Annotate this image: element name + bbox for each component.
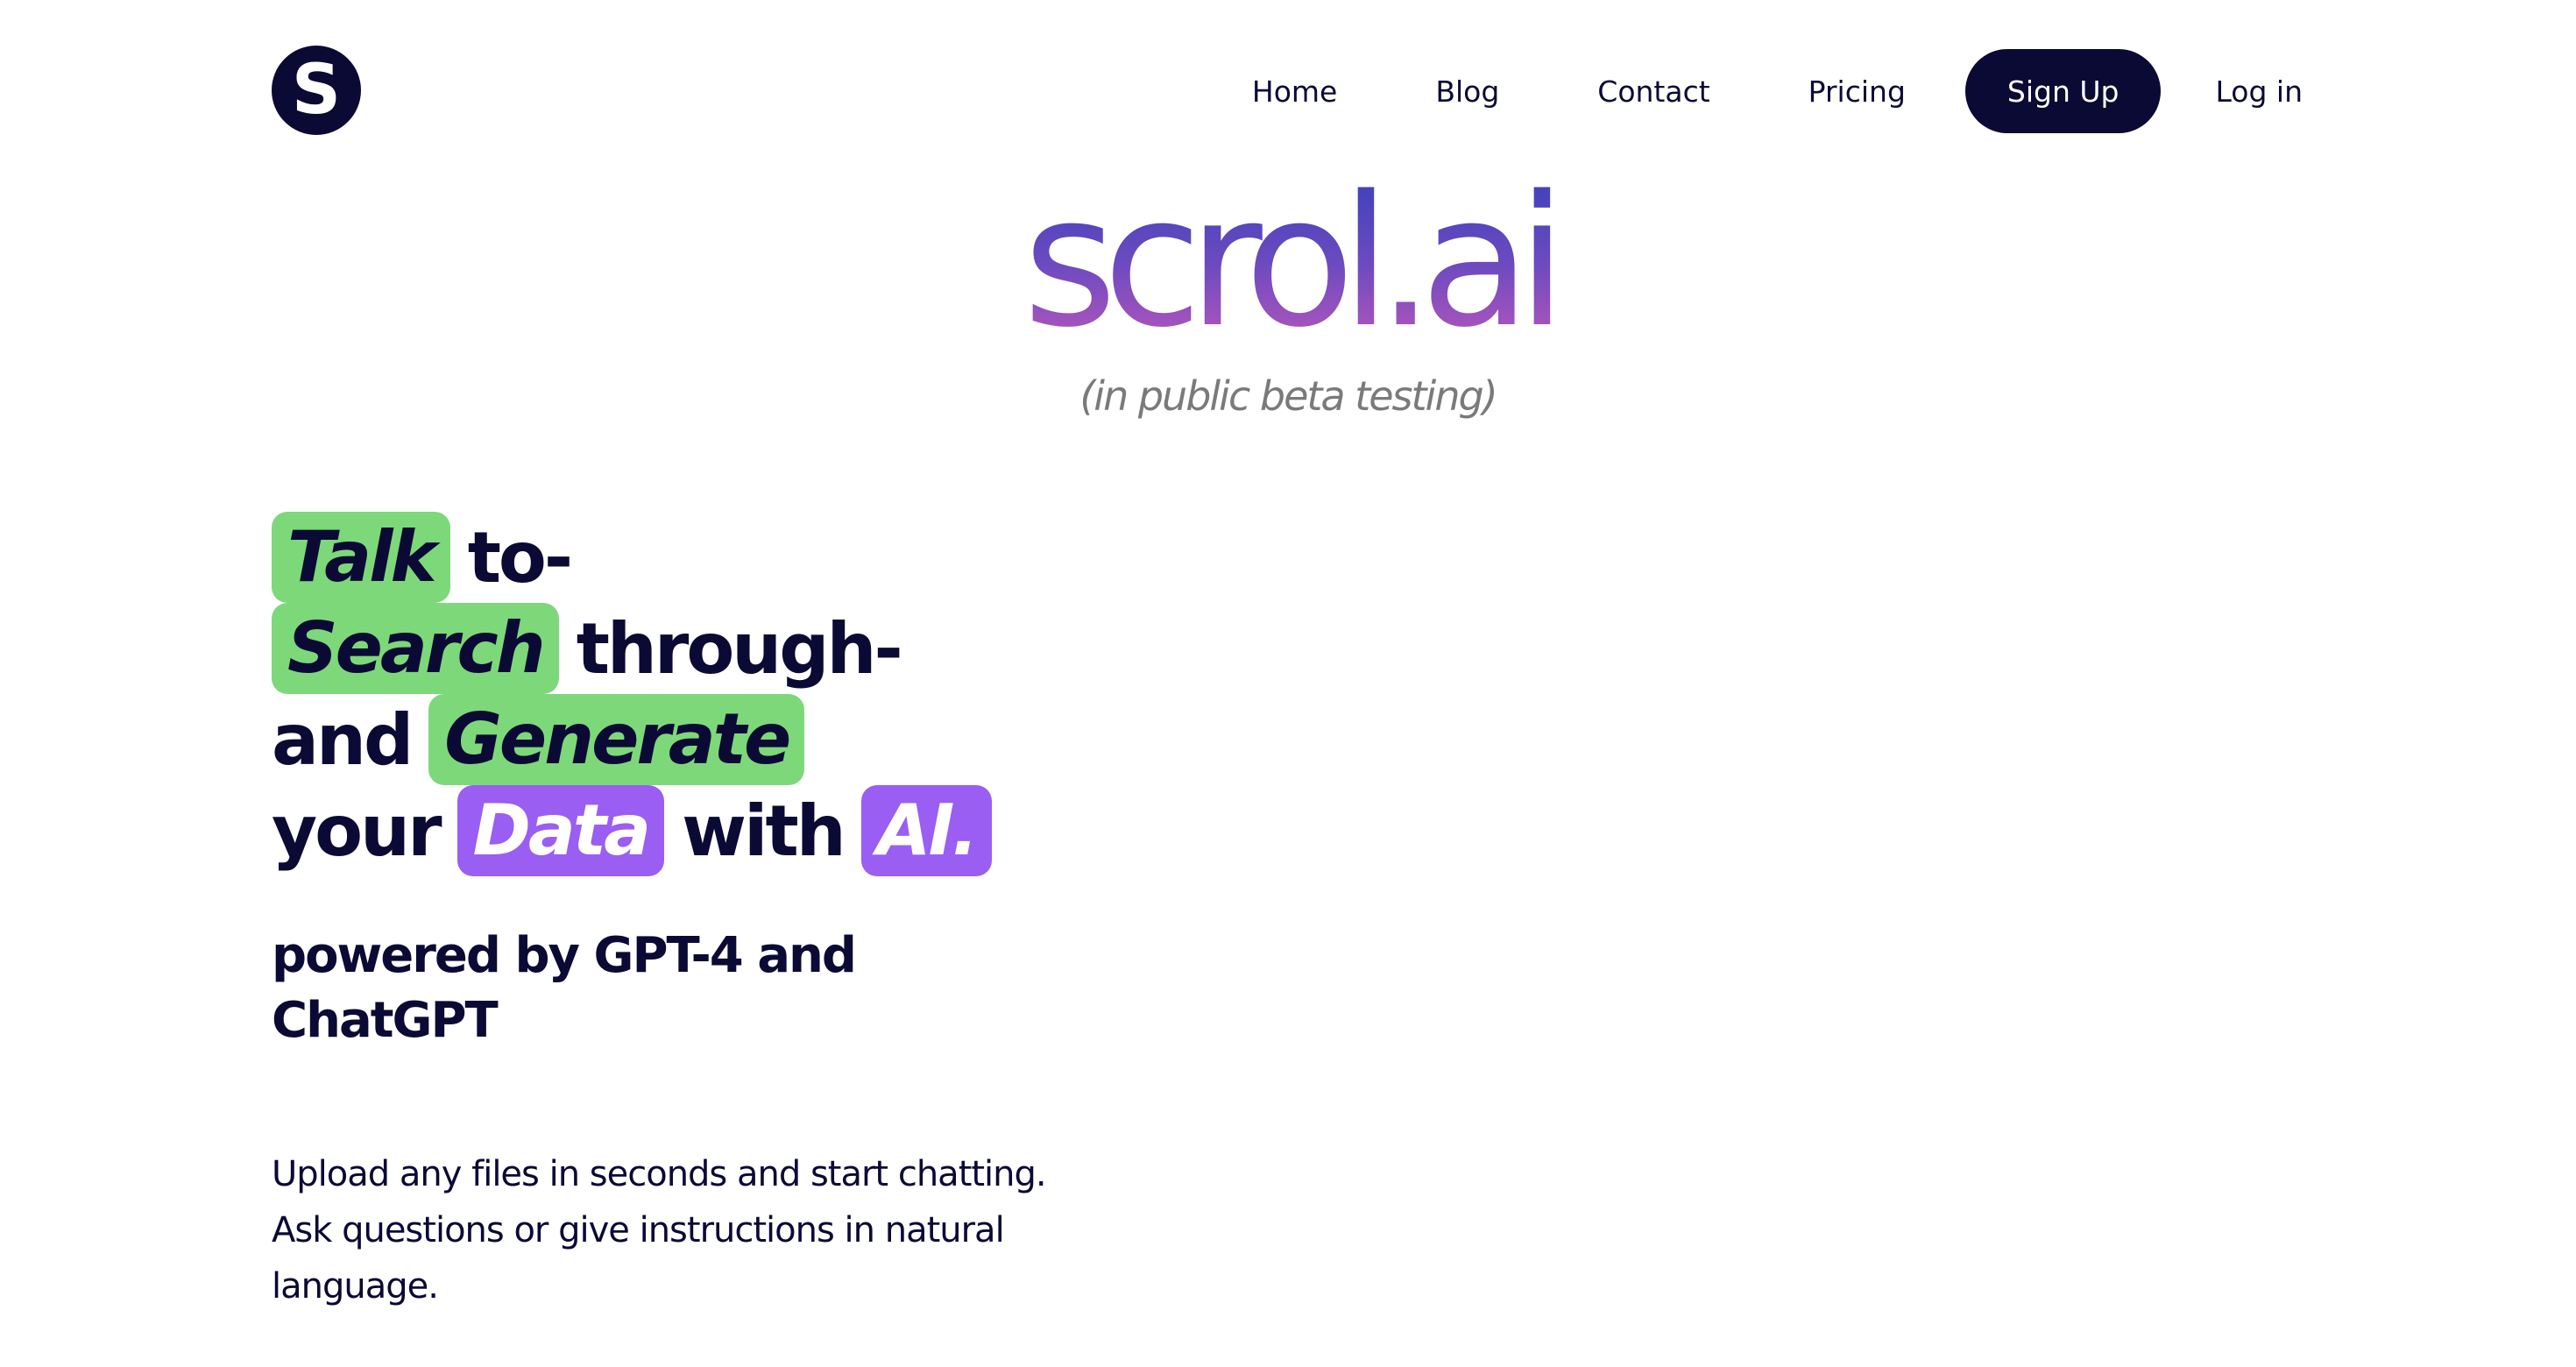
headline-line-3: and Generate (272, 694, 992, 785)
hero-description: Upload any files in seconds and start ch… (272, 1154, 1047, 1307)
headline-line-4: your Data with AI. (272, 785, 992, 876)
highlight-ai: AI. (860, 785, 992, 876)
hero-subhead: powered by GPT-4 and ChatGPT (272, 927, 857, 1049)
brand-wordmark-text: scrol.ai (1023, 157, 1568, 367)
highlight-talk: Talk (272, 512, 450, 603)
headline-text: to- (467, 516, 573, 599)
nav-home-link[interactable]: Home (1252, 74, 1337, 109)
headline-text: and (272, 698, 414, 781)
hero-headline: Talk to- Search through- and Generate yo… (272, 512, 992, 876)
landing-page: S Home Blog Contact Pricing Sign Up Log … (0, 0, 2576, 1367)
headline-line-2: Search through- (272, 603, 992, 694)
nav-blog-link[interactable]: Blog (1435, 74, 1499, 109)
highlight-search: Search (272, 603, 559, 694)
site-logo-link[interactable]: S (272, 46, 361, 135)
top-navigation: Home Blog Contact Pricing Sign Up Log in (1252, 49, 2303, 133)
logo-letter: S (291, 51, 342, 130)
brand-wordmark: scrol.ai (0, 172, 2576, 352)
headline-line-1: Talk to- (272, 512, 992, 603)
nav-contact-link[interactable]: Contact (1597, 74, 1709, 109)
highlight-generate: Generate (428, 694, 805, 785)
sign-up-button[interactable]: Sign Up (1964, 49, 2162, 133)
highlight-data: Data (456, 785, 665, 876)
headline-text: through- (576, 607, 903, 690)
beta-note: (in public beta testing) (1079, 372, 1497, 420)
headline-text: with (682, 790, 846, 872)
nav-pricing-link[interactable]: Pricing (1808, 74, 1906, 109)
headline-text: your (272, 790, 442, 872)
log-in-link[interactable]: Log in (2215, 74, 2303, 109)
